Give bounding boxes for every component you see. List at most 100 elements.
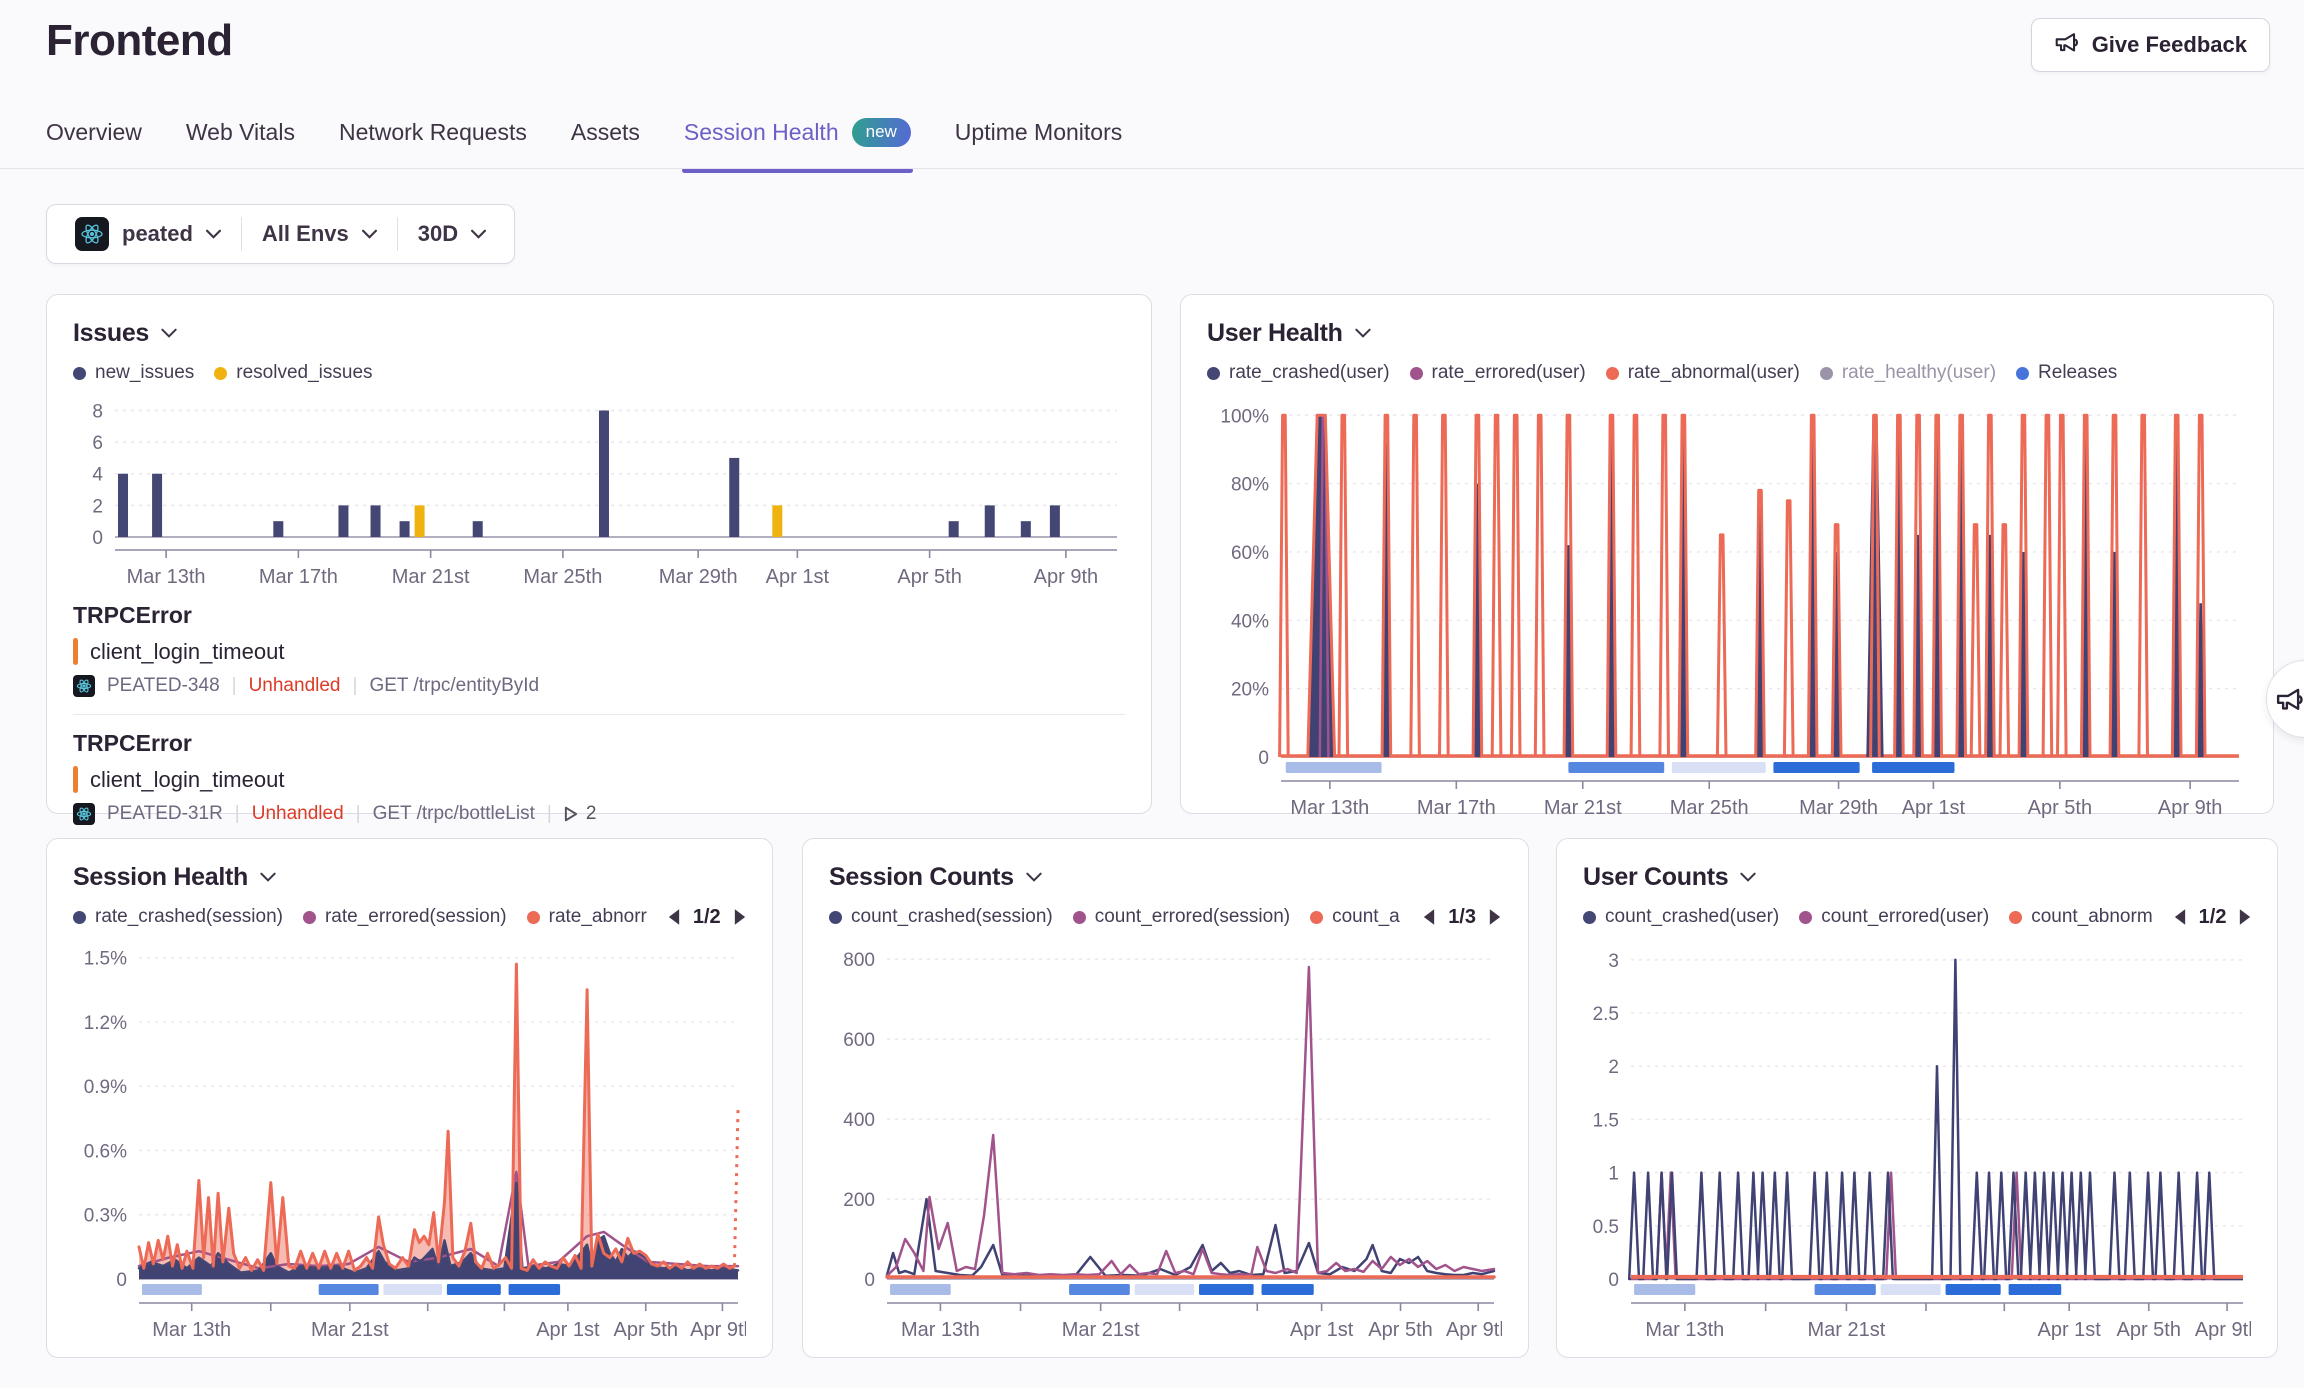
session-health-chart[interactable]: 00.3%0.6%0.9%1.2%1.5%Mar 13thMar 21stApr… <box>73 935 746 1343</box>
legend-label: count_crashed(user) <box>1605 906 1779 928</box>
new-feature-badge: new <box>852 118 911 147</box>
legend-pager: 1/3 <box>1422 906 1502 929</box>
legend-item-rate-crashed-session-[interactable]: rate_crashed(session) <box>73 906 283 928</box>
tab-session-health[interactable]: Session Healthnew <box>684 118 911 151</box>
svg-text:4: 4 <box>92 465 103 486</box>
legend-item-resolved-issues[interactable]: resolved_issues <box>214 362 372 384</box>
session-counts-chart[interactable]: 0200400600800Mar 13thMar 21stApr 1stApr … <box>829 935 1502 1343</box>
pager-next-icon[interactable] <box>733 908 746 926</box>
panel-title-text: Session Health <box>73 863 248 892</box>
issue-handled-tag: Unhandled <box>249 675 341 697</box>
issue-divider <box>73 714 1125 715</box>
svg-text:0: 0 <box>1258 748 1269 769</box>
legend-dot <box>1310 911 1323 924</box>
svg-text:2: 2 <box>1608 1057 1619 1078</box>
tab-uptime-monitors[interactable]: Uptime Monitors <box>955 119 1122 150</box>
panel-title-text: Session Counts <box>829 863 1014 892</box>
legend-item-Releases[interactable]: Releases <box>2016 362 2117 384</box>
svg-text:2: 2 <box>92 496 103 517</box>
legend-dot <box>73 911 86 924</box>
legend-item-rate-crashed-user-[interactable]: rate_crashed(user) <box>1207 362 1390 384</box>
pager-next-icon[interactable] <box>2238 908 2251 926</box>
svg-text:1.5: 1.5 <box>1593 1110 1619 1131</box>
chevron-down-icon <box>1740 872 1756 882</box>
svg-text:Mar 21st: Mar 21st <box>1062 1319 1140 1341</box>
issue-transaction: GET /trpc/entityById <box>369 675 539 697</box>
legend-dot <box>2016 367 2029 380</box>
pager-prev-icon[interactable] <box>2173 908 2187 926</box>
svg-text:Apr 1st: Apr 1st <box>1902 797 1966 819</box>
play-icon <box>564 806 578 822</box>
give-feedback-button[interactable]: Give Feedback <box>2031 18 2270 72</box>
environment-selector[interactable]: All Envs <box>242 221 397 247</box>
pager-prev-icon[interactable] <box>1422 908 1436 926</box>
pager-page-indicator: 1/2 <box>2199 906 2227 929</box>
tab-web-vitals[interactable]: Web Vitals <box>186 119 295 150</box>
svg-text:Apr 5th: Apr 5th <box>1368 1319 1432 1341</box>
legend-dot <box>1820 367 1833 380</box>
svg-text:Apr 9th: Apr 9th <box>2195 1319 2251 1341</box>
chevron-down-icon <box>1026 872 1042 882</box>
legend-item-rate-healthy-user-[interactable]: rate_healthy(user) <box>1820 362 1996 384</box>
svg-text:Mar 21st: Mar 21st <box>311 1319 389 1341</box>
issue-culprit: client_login_timeout <box>73 766 1125 793</box>
svg-text:0: 0 <box>1608 1270 1619 1291</box>
svg-text:Apr 1st: Apr 1st <box>766 566 830 588</box>
svg-text:Mar 25th: Mar 25th <box>523 566 602 588</box>
session-counts-legend: count_crashed(session) count_errored(sess… <box>829 901 1502 933</box>
user-health-chart[interactable]: 020%40%60%80%100%Mar 13thMar 17thMar 21s… <box>1207 393 2247 821</box>
legend-item-count-errored-session-[interactable]: count_errored(session) <box>1073 906 1290 928</box>
chevron-down-icon <box>161 328 177 338</box>
legend-item-count-crashed-session-[interactable]: count_crashed(session) <box>829 906 1053 928</box>
user-counts-chart[interactable]: 00.511.522.53Mar 13thMar 21stApr 1stApr … <box>1583 935 2251 1343</box>
chevron-down-icon <box>471 229 486 239</box>
session-health-panel-title[interactable]: Session Health <box>73 859 276 895</box>
legend-dot <box>73 367 86 380</box>
issues-legend: new_issues resolved_issues <box>73 357 1125 389</box>
legend-item-rate-errored-user-[interactable]: rate_errored(user) <box>1410 362 1586 384</box>
issues-panel-title[interactable]: Issues <box>73 315 177 351</box>
issue-row: TRPCErrorclient_login_timeoutPEATED-31R|… <box>73 717 1125 840</box>
svg-text:200: 200 <box>843 1190 875 1211</box>
user-counts-panel-title[interactable]: User Counts <box>1583 859 1756 895</box>
legend-item-new-issues[interactable]: new_issues <box>73 362 194 384</box>
tab-overview[interactable]: Overview <box>46 119 142 150</box>
tab-assets[interactable]: Assets <box>571 119 640 150</box>
user-health-panel-title[interactable]: User Health <box>1207 315 1371 351</box>
date-range-selector[interactable]: 30D <box>398 221 506 247</box>
user-health-legend: rate_crashed(user) rate_errored(user) rate… <box>1207 357 2247 389</box>
svg-text:400: 400 <box>843 1110 875 1131</box>
svg-text:Mar 13th: Mar 13th <box>152 1319 231 1341</box>
issue-short-id: PEATED-31R <box>107 803 223 825</box>
legend-item-count-abnorm[interactable]: count_abnorm <box>2009 906 2152 928</box>
pager-prev-icon[interactable] <box>667 908 681 926</box>
header-divider <box>0 168 2304 169</box>
issue-title-link[interactable]: TRPCError <box>73 730 192 757</box>
legend-dot <box>1583 911 1596 924</box>
svg-text:Mar 29th: Mar 29th <box>1799 797 1878 819</box>
legend-dot <box>303 911 316 924</box>
legend-item-rate-abnorr[interactable]: rate_abnorr <box>527 906 647 928</box>
legend-item-rate-errored-session-[interactable]: rate_errored(session) <box>303 906 507 928</box>
session-counts-panel: Session Counts count_crashed(session)cou… <box>802 838 1529 1358</box>
legend-label: rate_healthy(user) <box>1842 362 1996 384</box>
svg-text:600: 600 <box>843 1030 875 1051</box>
project-selector[interactable]: peated <box>55 217 241 251</box>
legend-item-rate-abnormal-user-[interactable]: rate_abnormal(user) <box>1606 362 1800 384</box>
issue-title-link[interactable]: TRPCError <box>73 602 192 629</box>
pager-next-icon[interactable] <box>1488 908 1502 926</box>
tab-network-requests[interactable]: Network Requests <box>339 119 527 150</box>
legend-dot <box>1207 367 1220 380</box>
session-counts-panel-title[interactable]: Session Counts <box>829 859 1042 895</box>
legend-item-count-crashed-user-[interactable]: count_crashed(user) <box>1583 906 1779 928</box>
tab-label: Network Requests <box>339 119 527 146</box>
legend-dot <box>214 367 227 380</box>
svg-text:Mar 13th: Mar 13th <box>901 1319 980 1341</box>
svg-text:100%: 100% <box>1220 406 1269 427</box>
legend-item-count-errored-user-[interactable]: count_errored(user) <box>1799 906 1989 928</box>
replay-count[interactable]: 2 <box>564 803 597 825</box>
issues-chart[interactable]: 02468Mar 13thMar 17thMar 21stMar 25thMar… <box>73 389 1125 589</box>
svg-text:Mar 21st: Mar 21st <box>1808 1319 1886 1341</box>
svg-text:Apr 9th: Apr 9th <box>2158 797 2222 819</box>
legend-item-count-a[interactable]: count_a <box>1310 906 1400 928</box>
